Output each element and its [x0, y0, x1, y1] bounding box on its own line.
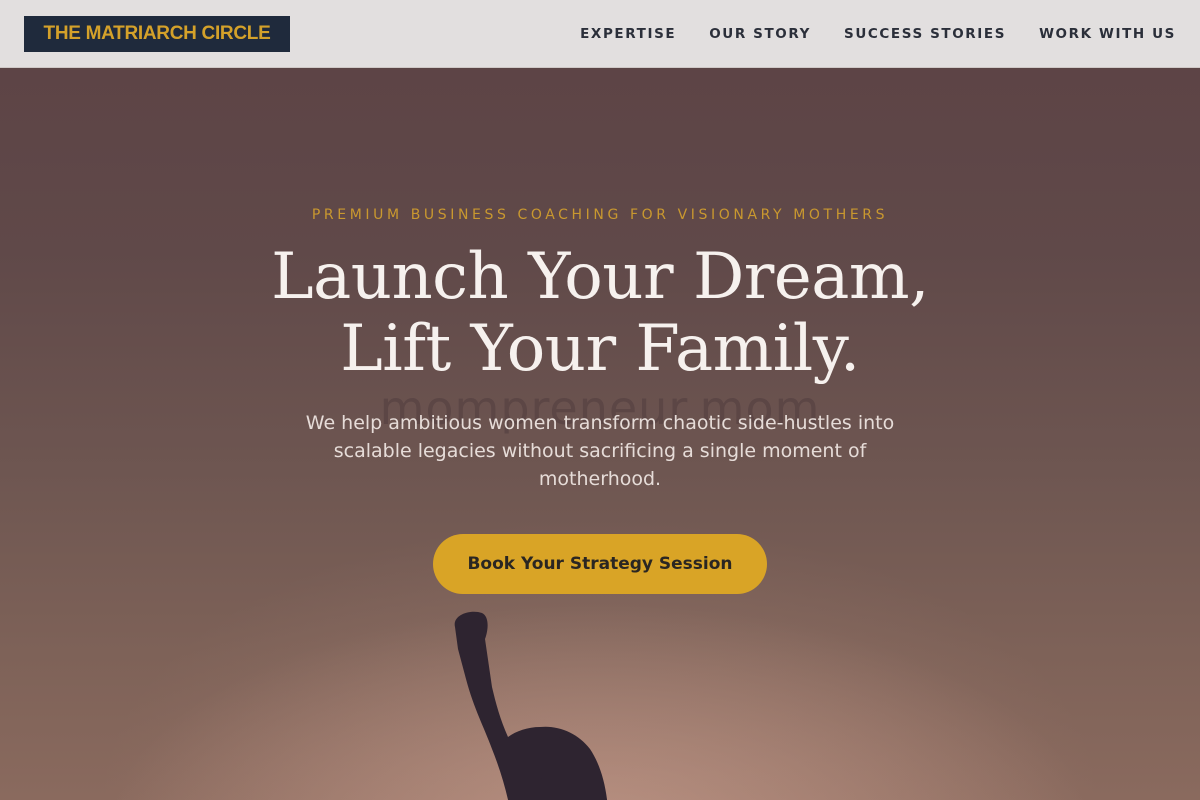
- site-header: THE MATRIARCH CIRCLE EXPERTISE OUR STORY…: [0, 0, 1200, 68]
- nav-work-with-us[interactable]: WORK WITH US: [1039, 26, 1176, 42]
- headline-line-2: Lift Your Family.: [340, 312, 860, 386]
- hero-section: PREMIUM BUSINESS COACHING FOR VISIONARY …: [0, 69, 1200, 800]
- logo[interactable]: THE MATRIARCH CIRCLE: [24, 16, 290, 52]
- book-strategy-session-button[interactable]: Book Your Strategy Session: [433, 534, 767, 594]
- hero-eyebrow: PREMIUM BUSINESS COACHING FOR VISIONARY …: [311, 207, 889, 223]
- hero-headline: Launch Your Dream, Lift Your Family.: [0, 241, 1200, 385]
- nav-expertise[interactable]: EXPERTISE: [580, 26, 676, 42]
- silhouette-raised-fist-image: [454, 611, 608, 800]
- hero-subhead: We help ambitious women transform chaoti…: [305, 412, 895, 490]
- headline-line-1: Launch Your Dream,: [271, 240, 929, 314]
- main-nav: EXPERTISE OUR STORY SUCCESS STORIES WORK…: [571, 0, 1200, 68]
- nav-our-story[interactable]: OUR STORY: [709, 26, 811, 42]
- nav-success-stories[interactable]: SUCCESS STORIES: [844, 26, 1006, 42]
